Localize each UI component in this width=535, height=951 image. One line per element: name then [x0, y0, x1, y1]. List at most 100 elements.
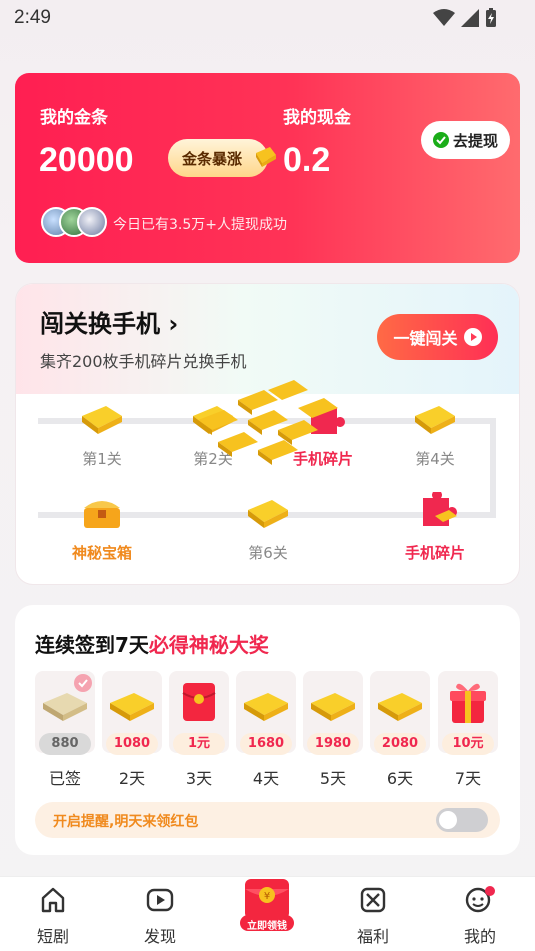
level-subtitle: 集齐200枚手机碎片兑换手机 [40, 352, 247, 371]
nav-label: 立即领钱 [247, 921, 287, 932]
reminder-bar: 开启提醒,明天来领红包 [35, 802, 500, 838]
withdraw-label: 去提现 [452, 131, 498, 150]
path-track [490, 418, 496, 516]
status-time: 2:49 [14, 7, 51, 28]
nav-item-short-drama[interactable]: 短剧 [18, 885, 88, 947]
boom-badge-label: 金条暴涨 [182, 149, 243, 168]
stage-node[interactable]: 第4关 [380, 398, 490, 469]
wifi-icon [433, 9, 455, 26]
checkin-title: 连续签到7天必得神秘大奖 [35, 629, 269, 658]
play-circle-icon [463, 328, 482, 346]
puzzle-piece-icon [423, 490, 457, 526]
withdraw-button[interactable]: 去提现 [421, 121, 510, 159]
stage-label: 神秘宝箱 [71, 544, 132, 562]
checkin-day[interactable]: 10元 7天 [438, 671, 498, 789]
cash-value: 0.2 [283, 141, 331, 179]
checkin-amount: 1980 [307, 733, 359, 755]
checkin-day-label: 6天 [386, 769, 414, 788]
stage-label: 第6关 [248, 544, 288, 562]
gold-label: 我的金条 [40, 108, 108, 128]
checkin-day-label: 4天 [252, 769, 280, 788]
nav-item-mine[interactable]: 我的 [445, 885, 515, 947]
gold-boom-badge[interactable]: 金条暴涨 [168, 139, 276, 177]
checkin-day[interactable]: 1980 5天 [303, 671, 363, 789]
checkin-amount: 10元 [442, 733, 494, 755]
checkin-day-label: 3天 [185, 769, 213, 788]
red-envelope-icon [182, 683, 216, 721]
wechat-icon [432, 132, 449, 148]
home-icon [41, 887, 65, 913]
level-challenge-card: 闯关换手机 › 集齐200枚手机碎片兑换手机 一键闯关 第1关 第2关 手机碎片… [15, 283, 520, 585]
checkin-amount: 1元 [173, 733, 225, 755]
reminder-text: 开启提醒,明天来领红包 [53, 814, 199, 830]
checkin-day-box: 2080 [370, 671, 430, 755]
checkin-amount: 2080 [374, 733, 426, 755]
stage-node[interactable]: 第6关 [213, 492, 323, 563]
profile-icon [465, 886, 495, 913]
bottom-nav: 短剧 发现 ¥ 立即领钱 福利 我的 [0, 876, 535, 951]
stage-label: 第1关 [82, 450, 122, 468]
nav-item-discover[interactable]: 发现 [125, 885, 195, 947]
checkin-day-label: 5天 [319, 769, 347, 788]
checkin-card: 连续签到7天必得神秘大奖 880 已签 1080 2天 1元 3天 1680 4… [15, 605, 520, 855]
gold-bars-icon [415, 406, 455, 434]
checkin-day[interactable]: 880 已签 [35, 671, 95, 789]
withdraw-success-text: 今日已有3.5万+人提现成功 [113, 217, 287, 233]
gold-bars-icon [244, 693, 288, 721]
checkin-day[interactable]: 1元 3天 [169, 671, 229, 789]
nav-item-welfare[interactable]: 福利 [338, 885, 408, 947]
checkin-amount: 1680 [240, 733, 292, 755]
level-title[interactable]: 闯关换手机 › [40, 304, 178, 339]
nav-label: 福利 [356, 927, 389, 946]
gold-bars-icon [248, 500, 288, 528]
gold-bars-icon [311, 693, 355, 721]
stage-label: 手机碎片 [404, 544, 465, 562]
gold-bars-icon [378, 693, 422, 721]
svg-text:¥: ¥ [264, 891, 270, 902]
wallet-card: 我的金条 20000 金条暴涨 我的现金 0.2 去提现 今日已有3.5万+人提… [15, 73, 520, 263]
gold-bars-icon [82, 406, 122, 434]
check-circle-icon [74, 674, 92, 692]
nav-label: 发现 [143, 927, 176, 946]
gold-bars-icon [110, 693, 154, 721]
status-bar: 2:49 [0, 0, 535, 36]
checkin-day-label: 已签 [48, 769, 81, 788]
checkin-day-box: 1元 [169, 671, 229, 755]
reminder-toggle[interactable] [436, 808, 488, 832]
checkin-day[interactable]: 2080 6天 [370, 671, 430, 789]
checkin-day-label: 7天 [454, 769, 482, 788]
avatar [77, 207, 107, 237]
play-icon [146, 888, 174, 912]
stage-node[interactable]: 神秘宝箱 [47, 492, 157, 563]
checkin-day-box: 1680 [236, 671, 296, 755]
checkin-title-highlight: 必得神秘大奖 [148, 633, 269, 657]
checkin-amount: 1080 [106, 733, 158, 755]
gold-bar-icon [256, 147, 276, 167]
signal-icon [461, 9, 479, 27]
checkin-day-box: 10元 [438, 671, 498, 755]
cash-label: 我的现金 [283, 108, 351, 128]
flying-gold-bars-icon [198, 380, 338, 465]
status-icons [433, 8, 497, 28]
nav-item-claim-money[interactable]: ¥ 立即领钱 [236, 871, 298, 933]
checkin-day[interactable]: 1680 4天 [236, 671, 296, 789]
stage-label: 第4关 [415, 450, 455, 468]
checkin-day[interactable]: 1080 2天 [102, 671, 162, 789]
toggle-knob [439, 811, 457, 829]
treasure-chest-icon [84, 501, 120, 528]
chevron-right-icon: › [168, 310, 179, 338]
gold-value: 20000 [39, 141, 134, 179]
one-click-challenge-button[interactable]: 一键闯关 [377, 314, 498, 360]
checkin-day-label: 2天 [118, 769, 146, 788]
checkin-day-box: 1080 [102, 671, 162, 755]
stage-node[interactable]: 手机碎片 [380, 490, 490, 563]
nav-label: 我的 [463, 927, 496, 946]
checkin-day-box: 880 [35, 671, 95, 755]
stage-node[interactable]: 第1关 [47, 398, 157, 469]
go-button-label: 一键闯关 [393, 329, 458, 348]
level-title-text: 闯关换手机 [40, 310, 160, 338]
battery-icon [486, 8, 496, 27]
checkin-title-prefix: 连续签到7天 [35, 633, 149, 657]
checkin-amount: 880 [39, 733, 91, 755]
checkin-day-box: 1980 [303, 671, 363, 755]
